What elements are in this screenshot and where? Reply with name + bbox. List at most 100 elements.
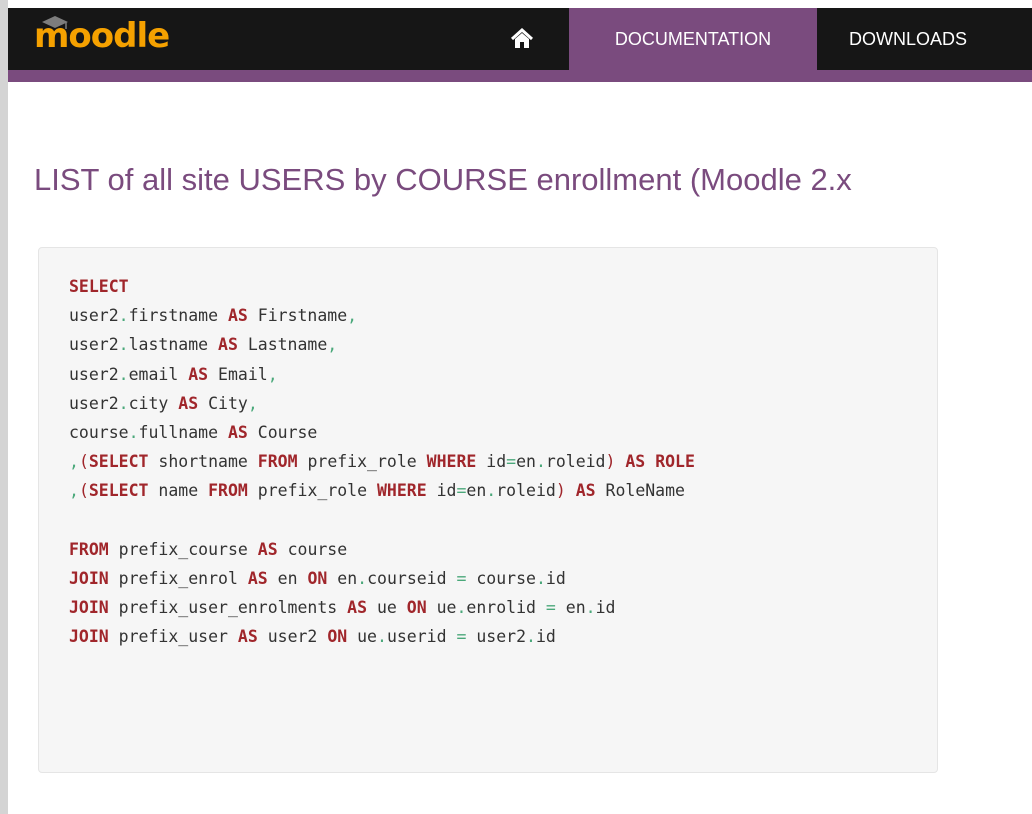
code-token: ue xyxy=(426,598,457,618)
code-token: en xyxy=(555,598,586,618)
code-token: id xyxy=(535,627,556,647)
code-token: Course xyxy=(247,422,318,442)
code-token: userid xyxy=(386,627,457,647)
code-token: SELECT xyxy=(88,452,149,472)
code-line: user2.lastname AS Lastname, xyxy=(69,330,695,359)
code-token: . xyxy=(357,568,368,588)
code-token: . xyxy=(535,452,546,472)
code-token: en xyxy=(516,452,536,472)
code-token: AS xyxy=(257,539,278,559)
code-token: , xyxy=(247,393,258,413)
code-token: , xyxy=(69,481,79,501)
code-line: FROM prefix_course AS course xyxy=(69,535,695,564)
code-token: ) xyxy=(605,452,616,472)
code-token: id xyxy=(476,452,507,472)
sql-code: SELECT user2.firstname AS Firstname, user2… xyxy=(69,272,695,651)
code-token: Email xyxy=(208,364,268,384)
code-line: user2.city AS City, xyxy=(69,389,695,418)
code-token: . xyxy=(118,335,129,355)
code-token: FROM xyxy=(69,539,109,559)
code-token: . xyxy=(118,393,129,413)
code-token: , xyxy=(267,364,278,384)
code-token: . xyxy=(535,568,546,588)
code-token: name xyxy=(148,481,209,501)
nav-downloads[interactable]: DOWNLOADS xyxy=(817,8,999,70)
code-token: = xyxy=(456,568,467,588)
page: moodle DOCUMENTATION DOWNLOADS LIST of a… xyxy=(0,0,1032,814)
code-token: prefix_role xyxy=(247,481,377,501)
code-line: SELECT xyxy=(69,272,695,301)
code-line: JOIN prefix_enrol AS en ON en.courseid =… xyxy=(69,564,695,593)
code-token: ue xyxy=(347,627,377,647)
code-token: ON xyxy=(406,598,427,618)
code-token: id xyxy=(545,568,566,588)
code-token: enrolid xyxy=(466,598,546,618)
code-token: AS xyxy=(227,306,248,326)
code-token: prefix_user_enrolments xyxy=(108,598,348,618)
code-token: RoleName xyxy=(595,481,685,501)
code-token: AS xyxy=(178,393,199,413)
code-token: . xyxy=(486,481,497,501)
nav-documentation-label: DOCUMENTATION xyxy=(614,28,772,49)
code-token: en xyxy=(327,568,358,588)
navbar-accent-strip xyxy=(8,70,1032,82)
code-token: Firstname xyxy=(247,306,348,326)
code-token: prefix_course xyxy=(108,539,258,559)
code-token: AS xyxy=(347,598,368,618)
code-token: user2 xyxy=(257,627,328,647)
graduation-cap-icon xyxy=(42,16,68,29)
window-left-border xyxy=(0,0,8,814)
code-token: FROM xyxy=(208,481,248,501)
code-token: . xyxy=(128,422,139,442)
code-token: = xyxy=(506,452,517,472)
code-token: SELECT xyxy=(88,481,149,501)
code-token: courseid xyxy=(367,568,457,588)
code-token: user2 xyxy=(69,306,119,326)
nav-downloads-label: DOWNLOADS xyxy=(848,28,967,49)
code-token: WHERE xyxy=(376,481,427,501)
code-token: ue xyxy=(367,598,407,618)
code-line: user2.email AS Email, xyxy=(69,360,695,389)
code-token: city xyxy=(128,393,179,413)
moodle-logo[interactable]: moodle xyxy=(34,14,170,58)
code-token: . xyxy=(585,598,596,618)
code-token: ROLE xyxy=(655,452,695,472)
code-line: course.fullname AS Course xyxy=(69,418,695,447)
code-token: . xyxy=(118,364,129,384)
code-token: email xyxy=(128,364,189,384)
code-line: ,(SELECT name FROM prefix_role WHERE id=… xyxy=(69,476,695,505)
code-token: lastname xyxy=(128,335,219,355)
code-token: . xyxy=(526,627,536,647)
code-token: JOIN xyxy=(69,598,109,618)
code-token: prefix_role xyxy=(297,452,427,472)
code-token: JOIN xyxy=(69,627,109,647)
code-token: SELECT xyxy=(69,277,129,296)
code-token: id xyxy=(595,598,616,618)
nav-documentation[interactable]: DOCUMENTATION xyxy=(569,8,817,70)
code-token: , xyxy=(69,452,79,472)
code-token: = xyxy=(456,481,467,501)
code-token: course xyxy=(466,568,536,588)
home-icon xyxy=(510,28,534,48)
code-token: AS xyxy=(247,568,268,588)
code-token: roleid xyxy=(496,481,556,501)
code-token: = xyxy=(456,627,467,647)
code-token: AS xyxy=(227,422,248,442)
code-token: prefix_enrol xyxy=(108,568,248,588)
code-token: FROM xyxy=(257,452,298,472)
code-token: user2 xyxy=(466,627,527,647)
page-title: LIST of all site USERS by COURSE enrollm… xyxy=(34,162,852,197)
nav-home-button[interactable] xyxy=(496,8,548,70)
code-token: AS xyxy=(188,364,209,384)
code-token: user2 xyxy=(69,335,119,355)
code-line: JOIN prefix_user_enrolments AS ue ON ue.… xyxy=(69,593,695,622)
code-token: ( xyxy=(78,452,89,472)
code-token: . xyxy=(377,627,387,647)
code-token: AS xyxy=(218,335,238,355)
code-token: AS xyxy=(625,452,646,472)
code-token: fullname xyxy=(138,422,228,442)
code-token: , xyxy=(347,306,358,326)
code-token: en xyxy=(267,568,308,588)
